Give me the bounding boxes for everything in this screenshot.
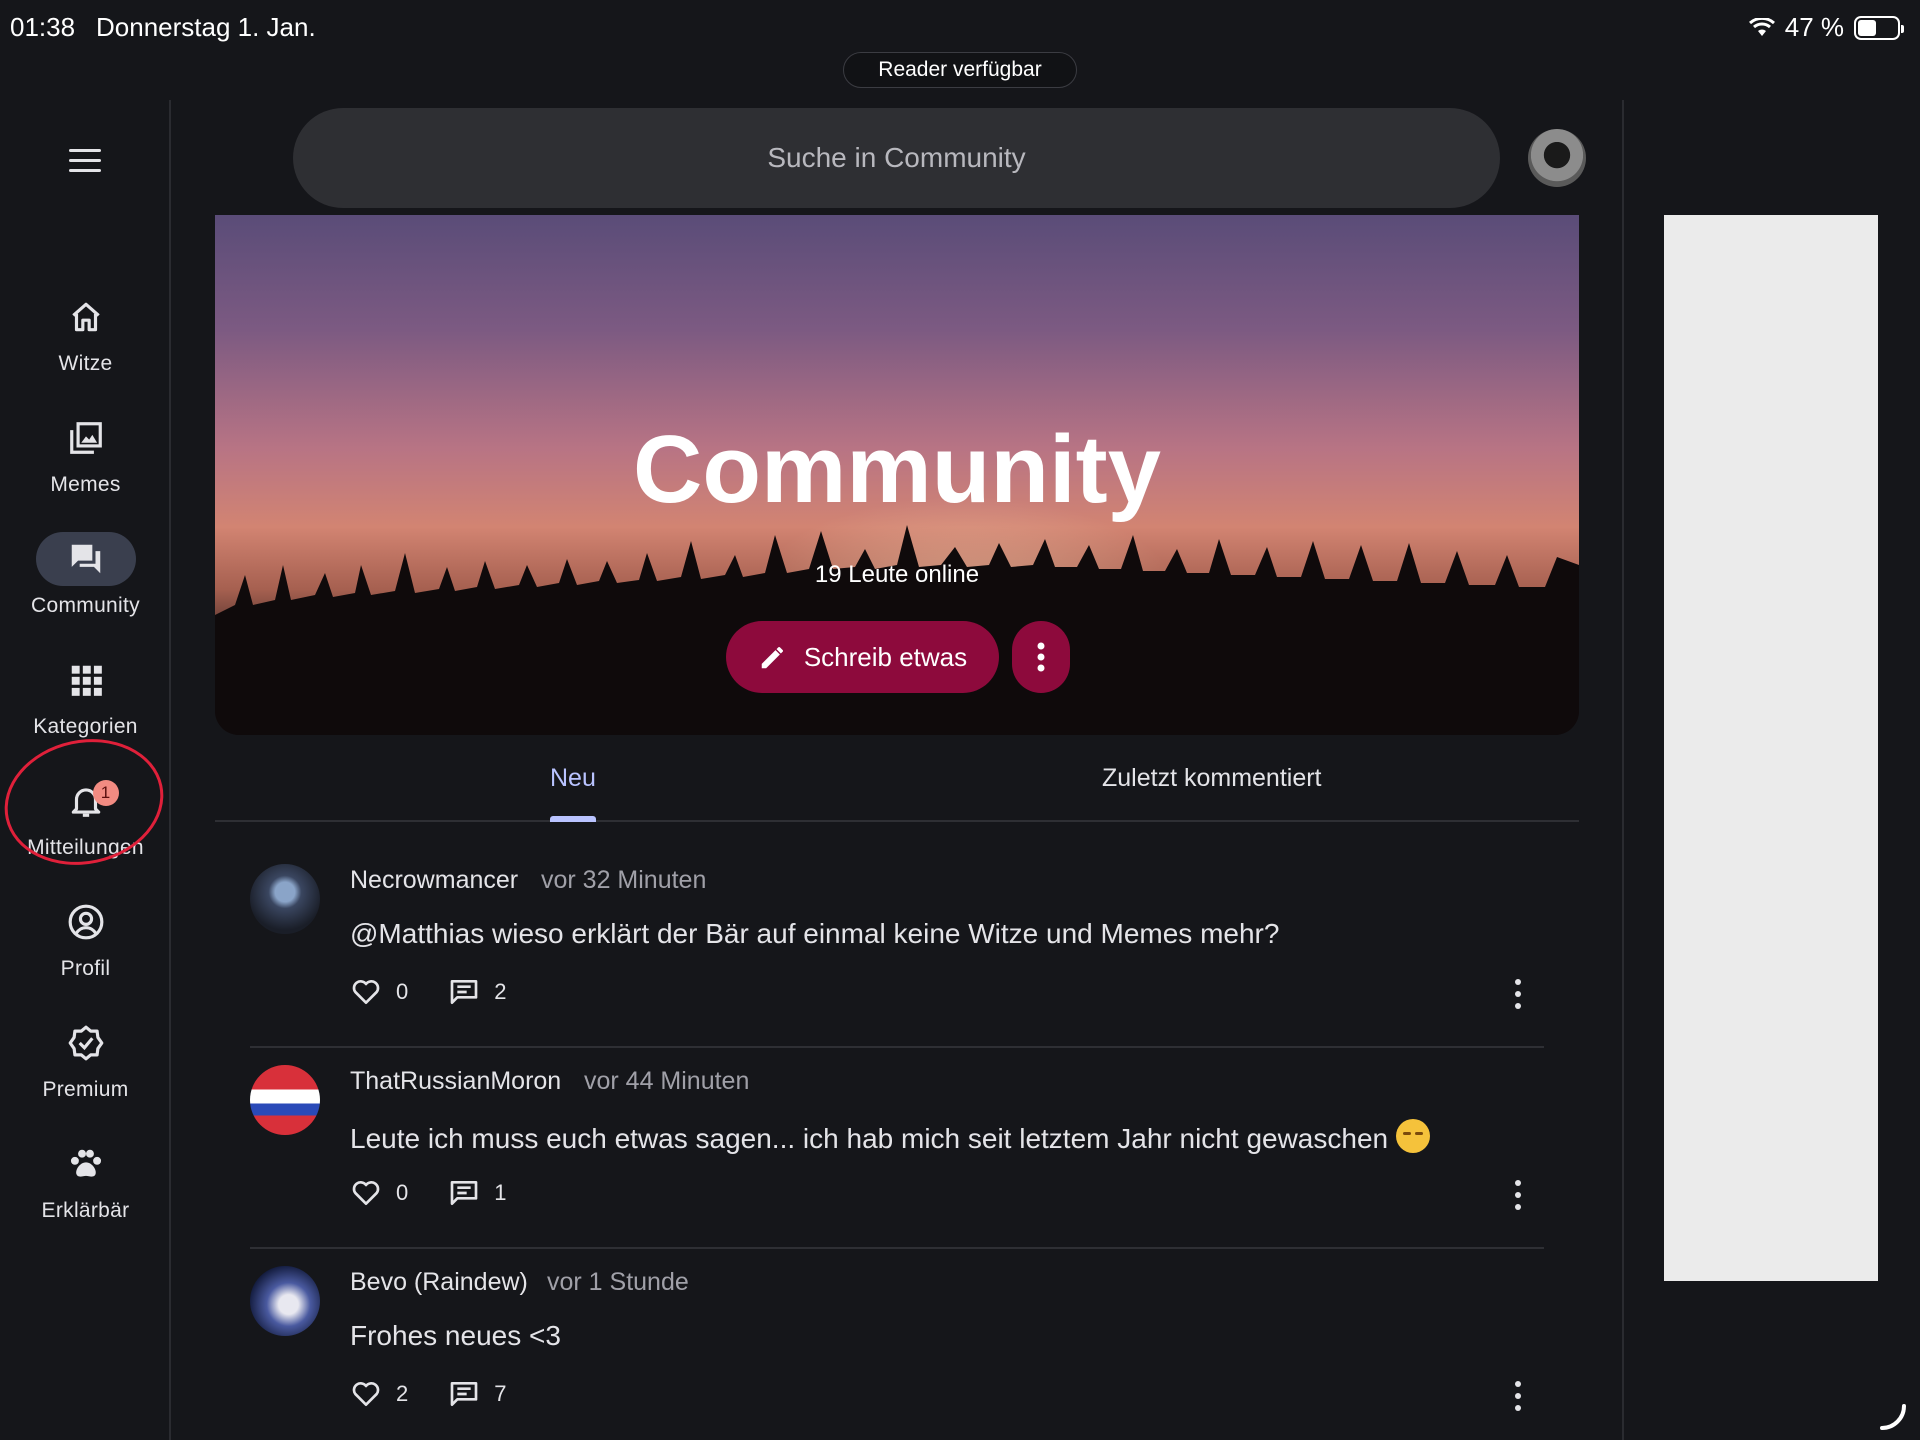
pensive-face-emoji-icon <box>1396 1119 1431 1153</box>
post-author[interactable]: Necrowmancer <box>350 866 518 895</box>
verified-badge-icon <box>36 1016 136 1070</box>
post-menu-icon[interactable] <box>1510 976 1526 1012</box>
sidebar-item-label: Profil <box>60 957 111 980</box>
post-actions: 2 7 <box>350 1374 547 1414</box>
community-hero: Community 19 Leute online Schreib etwas <box>215 215 1579 735</box>
comment-button[interactable]: 2 <box>448 976 507 1008</box>
comment-count: 1 <box>494 1180 507 1205</box>
sidebar-item-label: Kategorien <box>33 715 138 738</box>
more-options-button[interactable] <box>1012 621 1070 693</box>
post-item[interactable]: Bevo (Raindew) vor 1 Stunde Frohes neues… <box>250 1250 1544 1440</box>
pencil-icon <box>761 647 783 669</box>
crowd-silhouette <box>215 525 1579 735</box>
comment-count: 2 <box>494 979 507 1004</box>
status-indicators: 47 % <box>1748 12 1904 43</box>
comment-icon <box>450 980 478 1004</box>
reader-available-button[interactable]: Reader verfügbar <box>843 52 1077 88</box>
kebab-menu-icon <box>1037 642 1045 672</box>
like-count: 2 <box>396 1381 409 1406</box>
post-menu-icon[interactable] <box>1510 1378 1526 1414</box>
post-item[interactable]: ThatRussianMoron vor 44 Minuten Leute ic… <box>250 1049 1544 1249</box>
post-item[interactable]: Necrowmancer vor 32 Minuten @Matthias wi… <box>250 848 1544 1048</box>
battery-icon <box>1854 15 1904 40</box>
comment-button[interactable]: 1 <box>448 1177 507 1209</box>
forum-icon <box>35 532 136 586</box>
write-post-label: Schreib etwas <box>803 641 968 672</box>
post-time: vor 32 Minuten <box>541 866 707 894</box>
hero-title: Community <box>633 416 1161 523</box>
pencil-gesture-icon <box>1880 1404 1906 1430</box>
sidebar-item-erklaerbaer[interactable]: Erklärbär <box>0 1137 171 1223</box>
heart-icon <box>352 1382 380 1406</box>
grid-icon <box>36 653 136 707</box>
post-actions: 0 2 <box>350 972 547 1012</box>
sidebar-item-community[interactable]: Community <box>0 532 171 618</box>
image-gallery-icon <box>36 411 136 465</box>
post-time: vor 1 Stunde <box>547 1268 689 1296</box>
tab-zuletzt-kommentiert[interactable]: Zuletzt kommentiert <box>1102 764 1322 793</box>
post-text[interactable]: Frohes neues <3 <box>350 1320 561 1352</box>
sidebar-item-memes[interactable]: Memes <box>0 411 171 497</box>
like-button[interactable]: 0 <box>350 976 408 1008</box>
hamburger-menu-icon[interactable] <box>60 140 110 180</box>
sidebar-item-profil[interactable]: Profil <box>0 895 171 981</box>
sidebar-item-label: Community <box>31 594 140 617</box>
sidebar-item-label: Witze <box>58 352 113 375</box>
ad-placeholder-panel <box>1664 215 1878 1281</box>
post-author[interactable]: Bevo (Raindew) <box>350 1268 528 1297</box>
feed-tabs: Neu Zuletzt kommentiert <box>215 736 1579 822</box>
tab-label: Neu <box>550 764 596 792</box>
comment-button[interactable]: 7 <box>448 1378 507 1410</box>
post-text[interactable]: @Matthias wieso erklärt der Bär auf einm… <box>350 918 1279 950</box>
active-tab-indicator <box>550 816 596 822</box>
search-input[interactable]: Suche in Community <box>293 108 1500 208</box>
like-count: 0 <box>396 1180 409 1205</box>
status-time: 01:38 <box>10 12 76 42</box>
online-count: 19 Leute online <box>814 561 980 588</box>
heart-icon <box>352 980 380 1004</box>
sidebar-item-kategorien[interactable]: Kategorien <box>0 653 171 739</box>
status-date: Donnerstag 1. Jan. <box>96 12 316 42</box>
sidebar-item-label: Memes <box>50 473 121 496</box>
content-divider <box>1622 100 1624 1440</box>
app-screen: 01:38 Donnerstag 1. Jan. 47 % Reader ver… <box>0 0 1920 1440</box>
comment-count: 7 <box>494 1381 507 1406</box>
post-time: vor 44 Minuten <box>584 1067 750 1095</box>
write-post-button[interactable]: Schreib etwas <box>726 621 999 693</box>
sidebar-item-witze[interactable]: Witze <box>0 290 171 376</box>
user-avatar[interactable] <box>1528 129 1586 187</box>
author-avatar[interactable] <box>250 864 320 934</box>
post-actions: 0 1 <box>350 1173 547 1213</box>
author-avatar[interactable] <box>250 1065 320 1135</box>
post-text-row[interactable]: Leute ich muss euch etwas sagen... ich h… <box>350 1119 1431 1155</box>
like-button[interactable]: 0 <box>350 1177 408 1209</box>
sidebar-item-premium[interactable]: Premium <box>0 1016 171 1102</box>
account-circle-icon <box>36 895 136 949</box>
sidebar-item-label: Premium <box>42 1078 129 1101</box>
post-menu-icon[interactable] <box>1510 1177 1526 1213</box>
post-text: Leute ich muss euch etwas sagen... ich h… <box>350 1123 1389 1154</box>
post-author[interactable]: ThatRussianMoron <box>350 1067 561 1096</box>
home-icon <box>36 290 136 344</box>
like-button[interactable]: 2 <box>350 1378 408 1410</box>
wifi-icon <box>1748 17 1775 36</box>
author-avatar[interactable] <box>250 1266 320 1336</box>
heart-icon <box>352 1181 380 1205</box>
comment-icon <box>450 1382 478 1406</box>
comment-icon <box>450 1181 478 1205</box>
tab-neu[interactable]: Neu <box>550 764 596 822</box>
sidebar-item-label: Erklärbär <box>41 1199 130 1222</box>
battery-percent: 47 % <box>1784 12 1844 42</box>
paw-icon <box>36 1137 136 1191</box>
like-count: 0 <box>396 979 409 1004</box>
